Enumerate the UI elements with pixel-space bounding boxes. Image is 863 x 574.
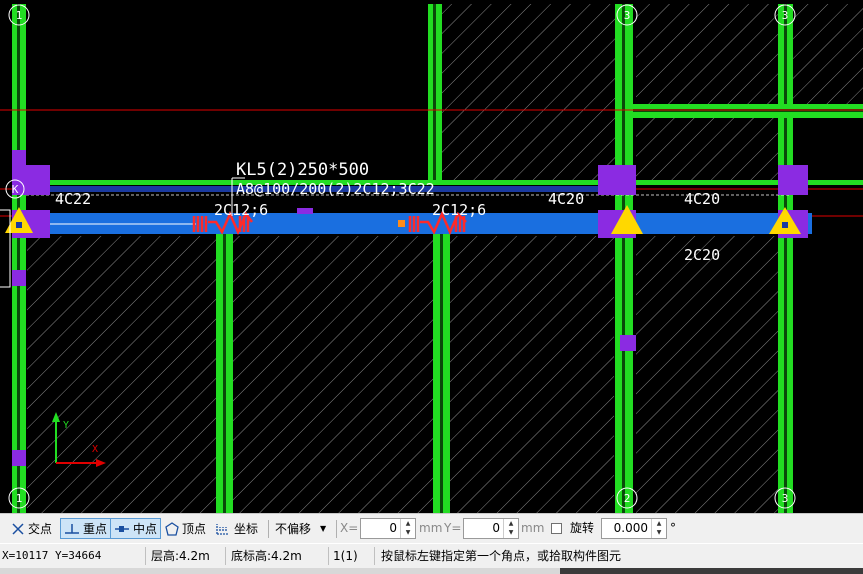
beam-support[interactable] xyxy=(12,270,26,286)
y-offset-input[interactable]: 0 ▲ ▼ xyxy=(463,518,519,539)
status-divider xyxy=(374,547,375,565)
midpoint-icon xyxy=(115,525,129,532)
status-divider xyxy=(225,547,226,565)
slab-region[interactable] xyxy=(636,118,786,184)
axis-label: 2 xyxy=(624,492,631,505)
rotate-value: 0.000 xyxy=(613,521,648,535)
beam-support[interactable] xyxy=(598,165,636,195)
rebar-label: 2C20 xyxy=(684,246,720,264)
x-unit-label: mm xyxy=(419,521,443,535)
rotate-label: 旋转 xyxy=(570,521,595,535)
ucs-x-label: X xyxy=(92,444,98,455)
slab-region[interactable] xyxy=(27,236,216,513)
snap-vertex-button[interactable]: 顶点 xyxy=(162,518,209,539)
rotate-input[interactable]: 0.000 ▲ ▼ xyxy=(601,518,667,539)
base-height: 底标高:4.2m xyxy=(231,549,302,563)
degree-label: ° xyxy=(670,521,676,535)
axis-label: 1 xyxy=(16,9,23,22)
rebar-label: 4C20 xyxy=(548,190,584,208)
axis-label: 1 xyxy=(16,492,23,505)
layer-indicator: 1(1) xyxy=(333,549,358,563)
y-unit-label: mm xyxy=(521,521,545,535)
drawing-canvas[interactable]: 1 3 3 1 2 3 K KL5(2)250*500 A8@100/200(2… xyxy=(0,0,863,513)
floor-height: 层高:4.2m xyxy=(151,549,210,563)
status-divider xyxy=(328,547,329,565)
window-bottom-edge xyxy=(0,568,863,574)
rotate-checkbox[interactable] xyxy=(551,523,562,534)
command-prompt: 按鼠标左键指定第一个角点，或拾取构件图元 xyxy=(381,549,622,563)
intersection-icon xyxy=(12,522,24,535)
rebar-label: 2C12;6 xyxy=(432,201,486,219)
rotate-spinner[interactable]: ▲ ▼ xyxy=(651,519,666,538)
axis-label: 3 xyxy=(782,9,789,22)
slab-region[interactable] xyxy=(450,236,614,513)
y-offset-label: Y= xyxy=(444,521,462,535)
rebar-label: 4C22 xyxy=(55,190,91,208)
snap-midpoint-label: 中点 xyxy=(133,522,158,536)
beam-support[interactable] xyxy=(12,450,26,466)
axis-label: 3 xyxy=(782,492,789,505)
x-offset-value: 0 xyxy=(389,521,397,535)
status-divider xyxy=(145,547,146,565)
beam-support[interactable] xyxy=(297,208,313,214)
snap-toolbar: 交点 重点 中点 顶点 坐标 不偏移 ▼ X= 0 ▲ ▼ mm Y= 0 ▲ ▼ … xyxy=(0,513,863,543)
y-offset-value: 0 xyxy=(492,521,500,535)
beam-support[interactable] xyxy=(26,165,50,195)
slab-region[interactable] xyxy=(636,236,778,513)
snap-intersection-button[interactable]: 交点 xyxy=(8,518,55,539)
beam-support[interactable] xyxy=(778,165,808,195)
grip-point[interactable] xyxy=(398,220,405,227)
offset-dropdown-value: 不偏移 xyxy=(275,522,312,536)
snap-midpoint-button[interactable]: 中点 xyxy=(110,518,162,539)
axis-label: 3 xyxy=(624,9,631,22)
beam-stirrup-label: A8@100/200(2)2C12;3C22 xyxy=(236,180,435,198)
slab-region[interactable] xyxy=(636,4,786,104)
rebar-label: 2C12;6 xyxy=(214,201,268,219)
pentagon-icon xyxy=(165,521,179,536)
snap-vertex-label: 顶点 xyxy=(182,522,207,536)
y-offset-spinner[interactable]: ▲ ▼ xyxy=(503,519,518,538)
coordinate-icon xyxy=(216,523,229,535)
status-bar: X=10117 Y=34664 层高:4.2m 底标高:4.2m 1(1) 按鼠… xyxy=(0,543,863,568)
beam-upper[interactable] xyxy=(26,180,863,185)
snap-perpendicular-button[interactable]: 重点 xyxy=(60,518,112,539)
toolbar-divider xyxy=(336,520,337,538)
slab-region[interactable] xyxy=(233,236,433,513)
beam-label: KL5(2)250*500 xyxy=(236,160,369,180)
axis-label: K xyxy=(12,183,19,196)
snap-coordinate-button[interactable]: 坐标 xyxy=(212,518,261,539)
perpendicular-icon xyxy=(65,523,79,534)
rebar-label: 4C20 xyxy=(684,190,720,208)
snap-intersection-label: 交点 xyxy=(28,522,53,536)
ucs-y-label: Y xyxy=(63,420,69,431)
x-offset-label: X= xyxy=(340,521,359,535)
x-offset-spinner[interactable]: ▲ ▼ xyxy=(400,519,415,538)
toolbar-divider xyxy=(268,520,269,538)
slab-region[interactable] xyxy=(793,4,863,104)
snap-coordinate-label: 坐标 xyxy=(234,522,259,536)
cursor-coordinates: X=10117 Y=34664 xyxy=(2,549,102,562)
beam-support[interactable] xyxy=(620,335,636,351)
x-offset-input[interactable]: 0 ▲ ▼ xyxy=(360,518,416,539)
chevron-down-icon: ▼ xyxy=(320,524,327,533)
snap-perpendicular-label: 重点 xyxy=(83,522,108,536)
slab-region[interactable] xyxy=(442,4,625,184)
offset-dropdown[interactable]: 不偏移 ▼ xyxy=(272,518,334,539)
